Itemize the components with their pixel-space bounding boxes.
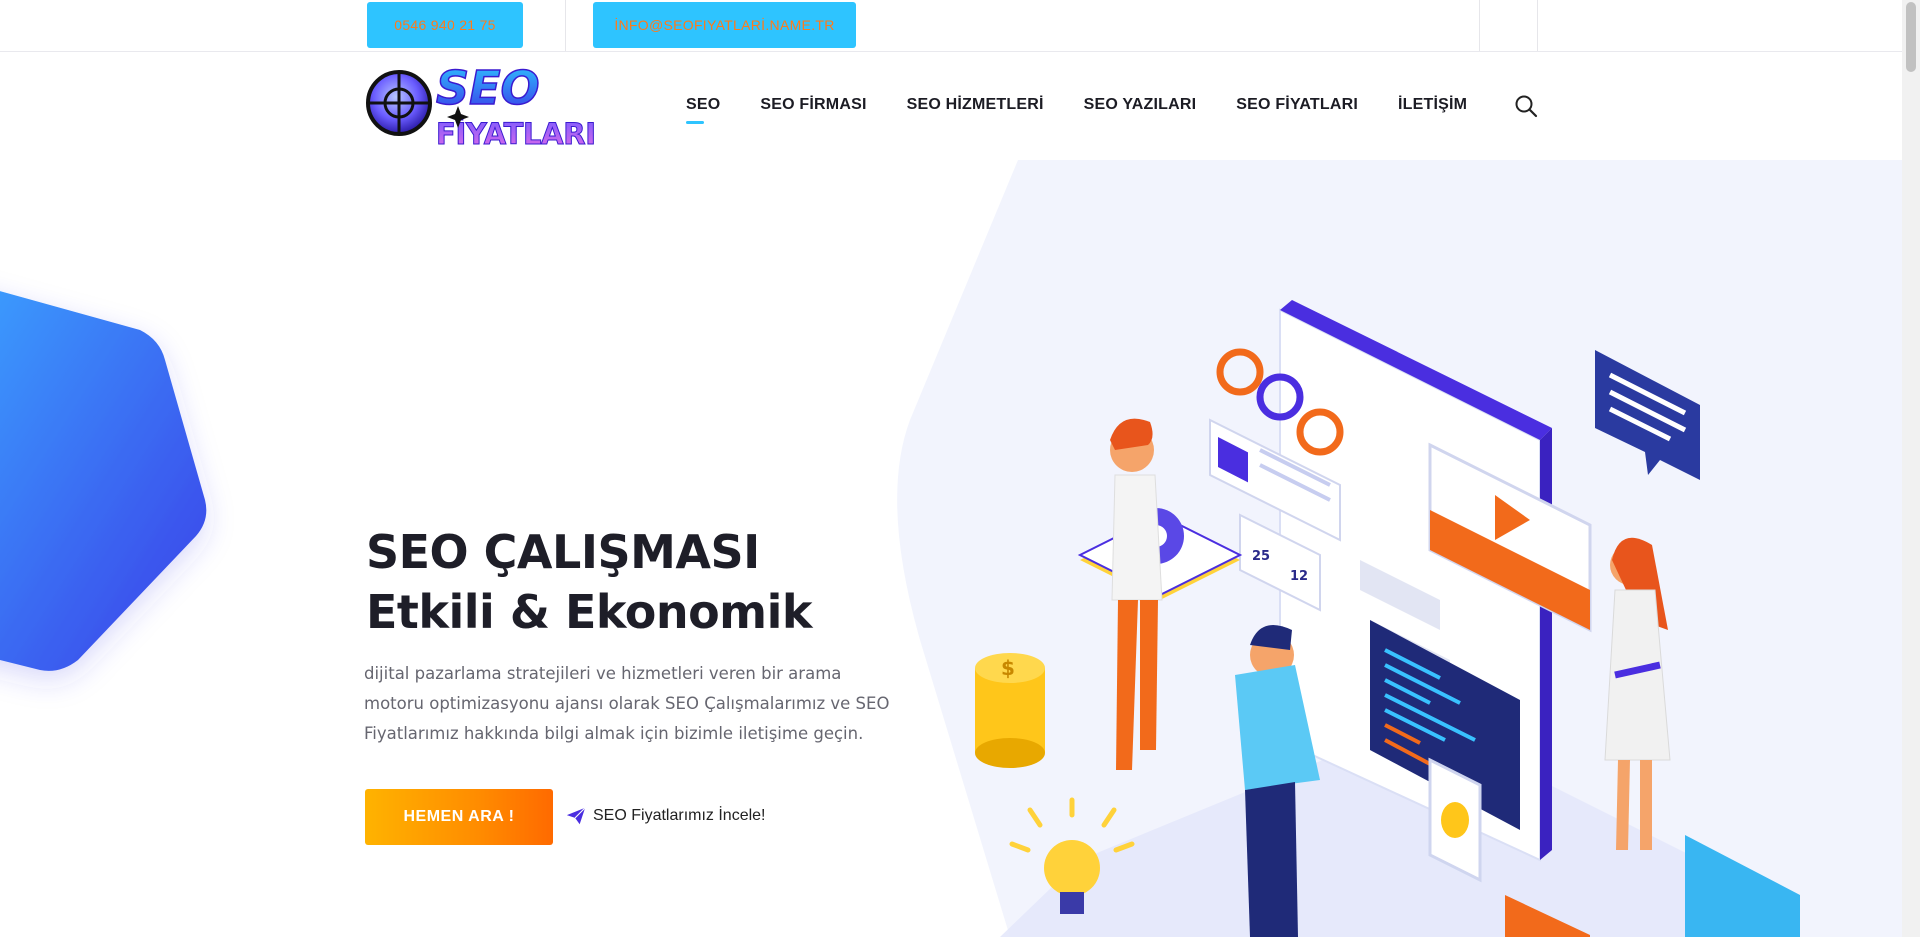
- search-icon[interactable]: [1514, 94, 1538, 118]
- man-illustration-left: [1110, 418, 1163, 770]
- paper-plane-icon: [566, 807, 586, 825]
- site-header: SEO FİYATLARI SEO SEO FİRMASI SEO HİZMET…: [0, 52, 1902, 160]
- hero-title-line-2: Etkili & Ekonomik: [366, 585, 812, 639]
- nav-item-seo-yazilari[interactable]: SEO YAZILARI: [1084, 96, 1197, 114]
- woman-illustration-right: [1604, 537, 1671, 850]
- scrollbar-thumb[interactable]: [1906, 2, 1916, 72]
- nav-item-seo-fiyatlari[interactable]: SEO FİYATLARI: [1236, 96, 1358, 114]
- top-bar: 0546 940 21 75 İNFO@SEOFIYATLARİ.NAME.TR: [0, 0, 1902, 52]
- hero-title-line-1: SEO ÇALIŞMASI: [366, 525, 760, 579]
- likes-count: 25: [1252, 549, 1270, 564]
- divider: [1479, 0, 1480, 51]
- site-logo[interactable]: SEO FİYATLARI: [366, 62, 606, 152]
- hero-title: SEO ÇALIŞMASI Etkili & Ekonomik: [366, 522, 812, 642]
- call-now-button[interactable]: HEMEN ARA !: [365, 789, 553, 845]
- nav-item-seo-firmasi[interactable]: SEO FİRMASI: [760, 96, 866, 114]
- svg-text:SEO: SEO: [436, 62, 540, 115]
- email-button[interactable]: İNFO@SEOFIYATLARİ.NAME.TR: [593, 2, 856, 48]
- hero-illustration: 25 12 $: [975, 300, 1800, 937]
- see-prices-link[interactable]: SEO Fiyatlarımız İncele!: [565, 805, 766, 827]
- nav-item-seo[interactable]: SEO: [686, 96, 720, 124]
- divider: [1537, 0, 1538, 51]
- nav-item-seo-hizmetleri[interactable]: SEO HİZMETLERİ: [907, 96, 1044, 114]
- comments-count: 12: [1290, 569, 1308, 584]
- see-prices-label: SEO Fiyatlarımız İncele!: [593, 807, 766, 824]
- divider: [565, 0, 566, 51]
- hero-description: dijital pazarlama stratejileri ve hizmet…: [364, 664, 890, 743]
- nav-item-iletisim[interactable]: İLETİŞİM: [1398, 96, 1467, 114]
- phone-button[interactable]: 0546 940 21 75: [367, 2, 523, 48]
- main-nav: SEO SEO FİRMASI SEO HİZMETLERİ SEO YAZIL…: [686, 96, 1467, 124]
- page-scrollbar[interactable]: [1902, 0, 1920, 937]
- coin-symbol: $: [1001, 656, 1015, 680]
- coin-stack-illustration: $: [975, 653, 1045, 768]
